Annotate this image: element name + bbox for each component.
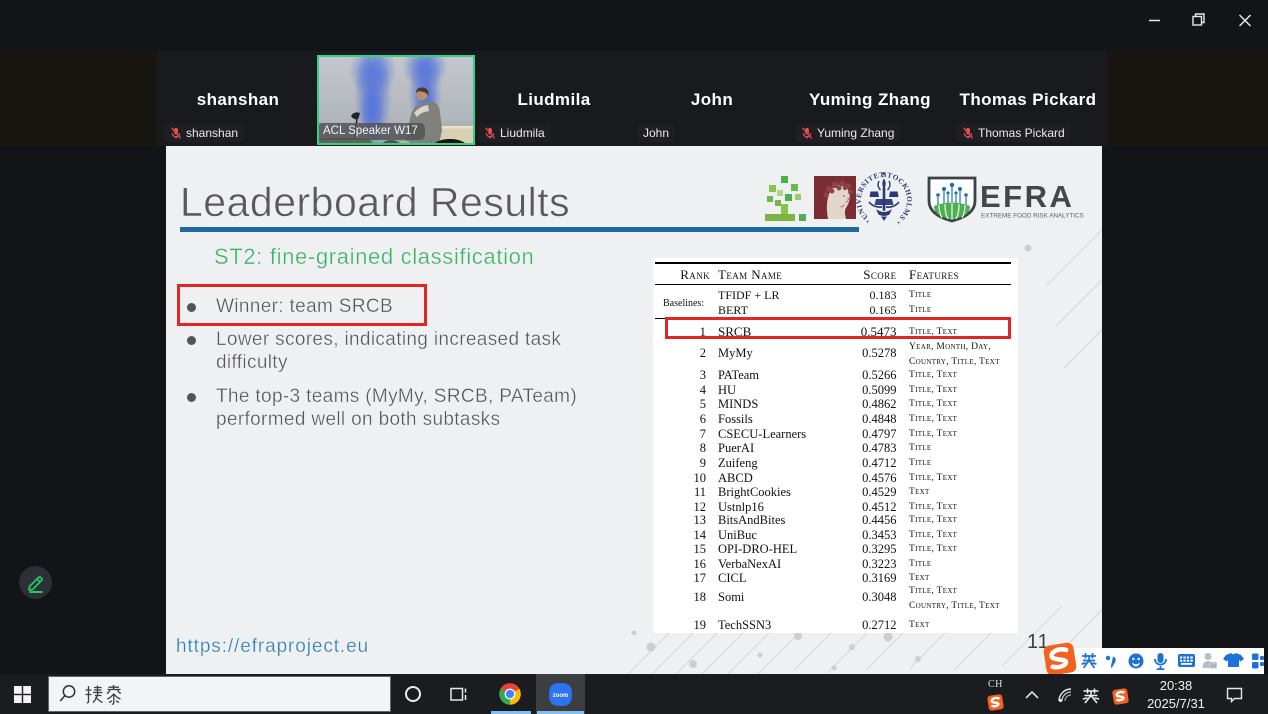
svg-text:zoom: zoom	[553, 693, 569, 699]
svg-text:+: +	[866, 220, 870, 226]
svg-text:✦: ✦	[881, 172, 886, 178]
svg-text:34: 34	[1210, 664, 1216, 670]
svg-text:EFRA: EFRA	[980, 179, 1074, 214]
svg-text:+: +	[897, 221, 901, 227]
svg-text:EXTREME FOOD RISK ANALYTICS: EXTREME FOOD RISK ANALYTICS	[981, 213, 1084, 220]
